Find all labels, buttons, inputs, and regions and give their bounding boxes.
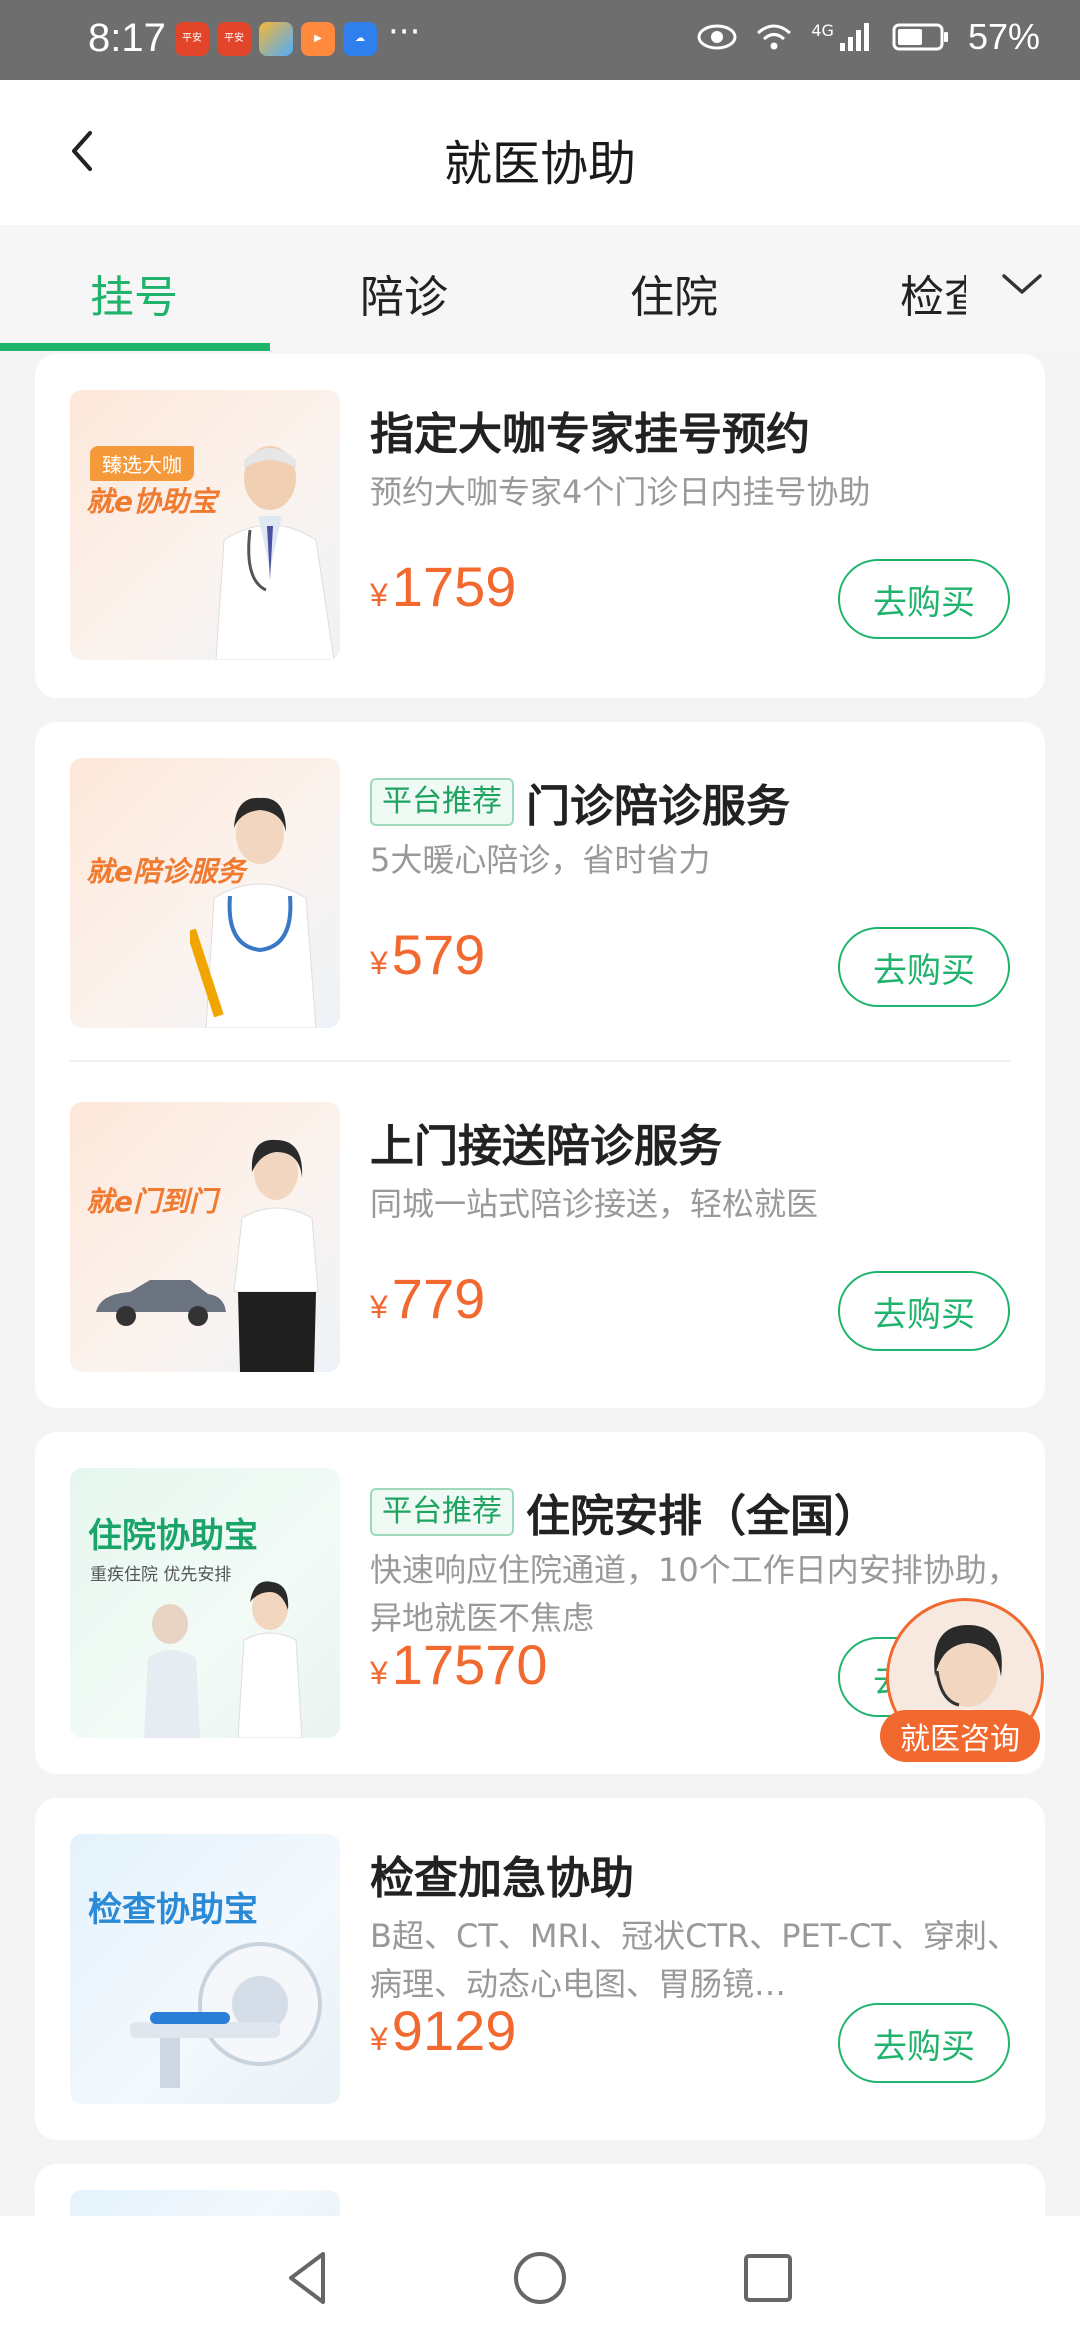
- product-thumbnail: 臻选大咖 就e协助宝: [70, 390, 340, 660]
- thumb-label: 住院协助宝: [88, 1516, 258, 1556]
- product-thumbnail: 检查协助宝: [70, 1834, 340, 2104]
- nurse-patient-image: [144, 1581, 303, 1738]
- product-thumbnail: 就e陪诊服务: [70, 758, 340, 1028]
- tab-hospitalization[interactable]: 住院: [630, 261, 718, 325]
- car-image: [96, 1280, 226, 1326]
- thumb-label: 就e门到门: [86, 1185, 217, 1218]
- notification-icons: 平安 平安 ▶ ☁: [175, 22, 377, 56]
- eye-icon: [697, 24, 737, 50]
- product-title: 上门接送陪诊服务: [370, 1121, 722, 1172]
- row-divider: [70, 1060, 1010, 1062]
- signal-icon: [839, 23, 869, 51]
- thumb-label: 检查协助宝: [88, 1890, 258, 1930]
- mri-scanner-image: [130, 1942, 322, 2088]
- product-title-line: 平台推荐 门诊陪诊服务: [370, 770, 790, 834]
- product-card: 检查协助宝 检查加急协助 B超、CT、MRI、冠状CTR、PET-CT、穿刺、病…: [35, 1798, 1045, 2140]
- medical-consult-button[interactable]: 就医咨询: [880, 1598, 1048, 1766]
- nav-home-icon[interactable]: [508, 2246, 572, 2310]
- wifi-icon: [757, 24, 792, 50]
- consult-label: 就医咨询: [880, 1710, 1040, 1762]
- product-thumbnail: 就e门到门: [70, 1102, 340, 1372]
- product-row-examination[interactable]: 检查协助宝 检查加急协助 B超、CT、MRI、冠状CTR、PET-CT、穿刺、病…: [35, 1808, 1045, 2108]
- product-description: 预约大咖专家4个门诊日内挂号协助: [370, 473, 871, 511]
- tab-registration[interactable]: 挂号: [90, 261, 178, 325]
- product-price: ¥9129: [370, 1999, 517, 2062]
- status-bar: 8:17 平安 平安 ▶ ☁ ··· 4G 57%: [0, 0, 1080, 80]
- product-price: ¥1759: [370, 555, 517, 618]
- tab-escort[interactable]: 陪诊: [360, 261, 448, 325]
- chevron-down-icon[interactable]: [998, 260, 1046, 308]
- nav-recents-icon[interactable]: [736, 2246, 800, 2310]
- product-price: ¥17570: [370, 1633, 548, 1696]
- nav-back-icon[interactable]: [277, 2246, 341, 2310]
- recommend-badge: 平台推荐: [370, 1488, 514, 1536]
- product-row-expert-registration[interactable]: 臻选大咖 就e协助宝 指定大咖专家挂号预约 预约大咖专家4个门诊日内挂号协助 ¥…: [35, 364, 1045, 664]
- pingan-health-icon: 平安: [217, 22, 251, 56]
- top-app-bar: 就医协助: [0, 80, 1080, 225]
- product-title: 指定大咖专家挂号预约: [370, 409, 810, 460]
- product-title: 住院安排（全国）: [526, 1491, 878, 1542]
- cloud-app-icon: ☁: [343, 22, 377, 56]
- product-description: 同城一站式陪诊接送，轻松就医: [370, 1185, 819, 1223]
- product-description: 5大暖心陪诊，省时省力: [370, 841, 711, 879]
- category-tabs: 挂号 陪诊 住院 检查: [0, 225, 1080, 353]
- page-title: 就医协助: [443, 136, 636, 192]
- product-thumbnail: 住院协助宝 重疾住院 优先安排: [70, 1468, 340, 1738]
- battery-icon: [892, 23, 948, 51]
- color-app-icon: [259, 22, 293, 56]
- product-row-door-to-door-escort[interactable]: 就e门到门 上门接送陪诊服务 同城一站式陪诊接送，轻松就医 ¥779 去购买: [35, 1076, 1045, 1376]
- tab-examination[interactable]: 检查: [900, 261, 966, 325]
- buy-button[interactable]: 去购买: [838, 927, 1010, 1007]
- assistant-woman-image: [233, 1139, 319, 1372]
- battery-level: 57%: [967, 16, 1040, 57]
- tab-active-indicator: [0, 343, 270, 351]
- thumb-label: 就e协助宝: [86, 485, 217, 518]
- buy-button[interactable]: 去购买: [838, 2003, 1010, 2083]
- product-description: B超、CT、MRI、冠状CTR、PET-CT、穿刺、病理、动态心电图、胃肠镜…: [370, 1917, 1019, 2003]
- product-card: 就e陪诊服务 平台推荐 门诊陪诊服务 5大暖心陪诊，省时省力 ¥579 去购买 …: [35, 722, 1045, 1408]
- buy-button[interactable]: 去购买: [838, 1271, 1010, 1351]
- status-time: 8:17: [88, 16, 166, 60]
- pingan-health-icon: 平安: [175, 22, 209, 56]
- buy-button[interactable]: 去购买: [838, 559, 1010, 639]
- thumb-ribbon: 臻选大咖: [90, 446, 194, 481]
- product-title: 检查加急协助: [370, 1853, 634, 1904]
- network-type: 4G: [811, 20, 834, 40]
- more-notifications-icon: ···: [388, 12, 421, 52]
- system-nav-bar: [0, 2216, 1080, 2340]
- doctor-image: [215, 446, 335, 660]
- recommend-badge: 平台推荐: [370, 778, 514, 826]
- product-title: 门诊陪诊服务: [526, 781, 790, 832]
- product-price: ¥779: [370, 1267, 486, 1330]
- product-row-outpatient-escort[interactable]: 就e陪诊服务 平台推荐 门诊陪诊服务 5大暖心陪诊，省时省力 ¥579 去购买: [35, 732, 1045, 1032]
- product-card: 臻选大咖 就e协助宝 指定大咖专家挂号预约 预约大咖专家4个门诊日内挂号协助 ¥…: [35, 354, 1045, 698]
- nurse-image: [190, 797, 317, 1028]
- product-title-line: 平台推荐 住院安排（全国）: [370, 1480, 878, 1544]
- play-app-icon: ▶: [301, 22, 335, 56]
- product-price: ¥579: [370, 923, 486, 986]
